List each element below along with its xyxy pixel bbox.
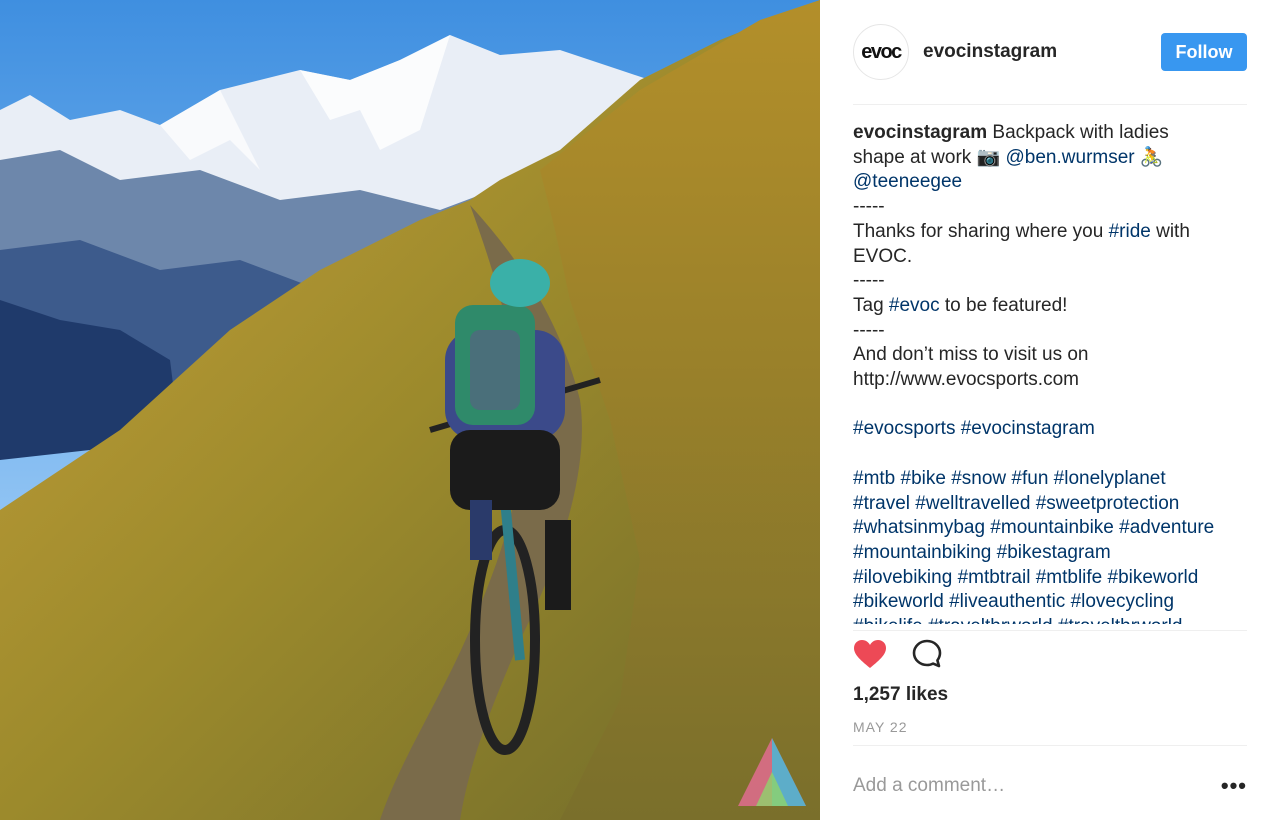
triangle-logo-icon [738, 738, 806, 806]
caption-link[interactable]: #bikeworld #liveauthentic #lovecycling [853, 591, 1174, 612]
caption-text: And don’t miss to visit us on [853, 344, 1089, 366]
caption-line: #travel #welltravelled #sweetprotection [853, 492, 1247, 517]
caption-link[interactable]: #travel #welltravelled #sweetprotection [853, 493, 1179, 514]
caption-text: http://www.evocsports.com [853, 369, 1079, 391]
avatar[interactable]: evoc [853, 24, 909, 80]
caption-line: And don’t miss to visit us on [853, 343, 1247, 368]
caption-line: #evocsports #evocinstagram [853, 417, 1247, 442]
caption-line: Tag #evoc to be featured! [853, 294, 1247, 319]
caption-link[interactable]: #evoc [889, 295, 940, 316]
caption-line: #whatsinmybag #mountainbike #adventure [853, 516, 1247, 541]
caption-link[interactable]: #mtb #bike #snow #fun #lonelyplanet [853, 468, 1166, 489]
caption-text: with [1150, 220, 1190, 242]
avatar-logo-text: evoc [861, 40, 902, 63]
caption-line: #bikeworld #liveauthentic #lovecycling [853, 590, 1247, 615]
caption-line: EVOC. [853, 245, 1247, 270]
caption-line: #mtb #bike #snow #fun #lonelyplanet [853, 467, 1247, 492]
caption-line [853, 393, 1247, 418]
caption-text: ----- [853, 196, 885, 218]
caption-text: shape at work 📷 [853, 146, 1006, 168]
caption-text: 🚴 [1134, 146, 1164, 168]
post-caption: evocinstagram Backpack with ladies shape … [853, 121, 1247, 624]
caption-text: ----- [853, 319, 885, 341]
caption-line: ----- [853, 319, 1247, 344]
caption-line: @teeneegee [853, 170, 1247, 195]
comment-input[interactable] [853, 775, 1193, 797]
caption-line: #ilovebiking #mtbtrail #mtblife #bikewor… [853, 566, 1247, 591]
caption-text: EVOC. [853, 245, 913, 267]
caption-link[interactable]: @ben.wurmser [1006, 147, 1135, 168]
header-divider [853, 104, 1247, 105]
action-bar [853, 638, 967, 674]
caption-line: #mountainbiking #bikestagram [853, 541, 1247, 566]
caption-link[interactable]: #evocsports [853, 418, 955, 439]
caption-text: Backpack with ladies [992, 122, 1169, 143]
comment-divider [853, 745, 1247, 746]
caption-text: Thanks for sharing where you [853, 220, 1109, 242]
caption-link[interactable]: #mountainbiking #bikestagram [853, 542, 1111, 563]
caption-line: evocinstagram Backpack with ladies [853, 121, 1247, 146]
post-photo[interactable] [0, 0, 820, 820]
username-link[interactable]: evocinstagram [923, 41, 1057, 63]
caption-line: http://www.evocsports.com [853, 368, 1247, 393]
caption-username[interactable]: evocinstagram [853, 122, 992, 143]
more-options-button[interactable]: ••• [1221, 773, 1247, 799]
caption-line [853, 442, 1247, 467]
caption-line: shape at work 📷 @ben.wurmser 🚴 [853, 146, 1247, 171]
post-sidebar: evoc evocinstagram Follow evocinstagram … [821, 0, 1280, 820]
heart-icon[interactable] [853, 639, 887, 674]
caption-link[interactable]: @teeneegee [853, 171, 962, 192]
like-count[interactable]: 1,257 likes [853, 684, 948, 706]
caption-link[interactable]: #whatsinmybag #mountainbike #adventure [853, 517, 1214, 538]
caption-link[interactable]: #bikelife #travelthrworld #travelthrworl… [853, 616, 1182, 624]
caption-link[interactable]: #ride [1109, 221, 1151, 242]
caption-text: ----- [853, 270, 885, 292]
caption-line: ----- [853, 195, 1247, 220]
caption-line: ----- [853, 269, 1247, 294]
comment-bar: ••• [853, 772, 1247, 800]
caption-line: #bikelife #travelthrworld #travelthrworl… [853, 615, 1247, 624]
caption-divider [853, 630, 1247, 631]
post-header: evoc evocinstagram Follow [853, 22, 1247, 82]
caption-text: to be featured! [939, 294, 1068, 316]
post-date: MAY 22 [853, 719, 908, 735]
caption-line: Thanks for sharing where you #ride with [853, 220, 1247, 245]
caption-text: Tag [853, 294, 889, 316]
caption-link[interactable]: #ilovebiking #mtbtrail #mtblife #bikewor… [853, 567, 1198, 588]
comment-bubble-icon[interactable] [911, 638, 943, 675]
caption-link[interactable]: #evocinstagram [961, 418, 1095, 439]
follow-button[interactable]: Follow [1161, 33, 1247, 71]
